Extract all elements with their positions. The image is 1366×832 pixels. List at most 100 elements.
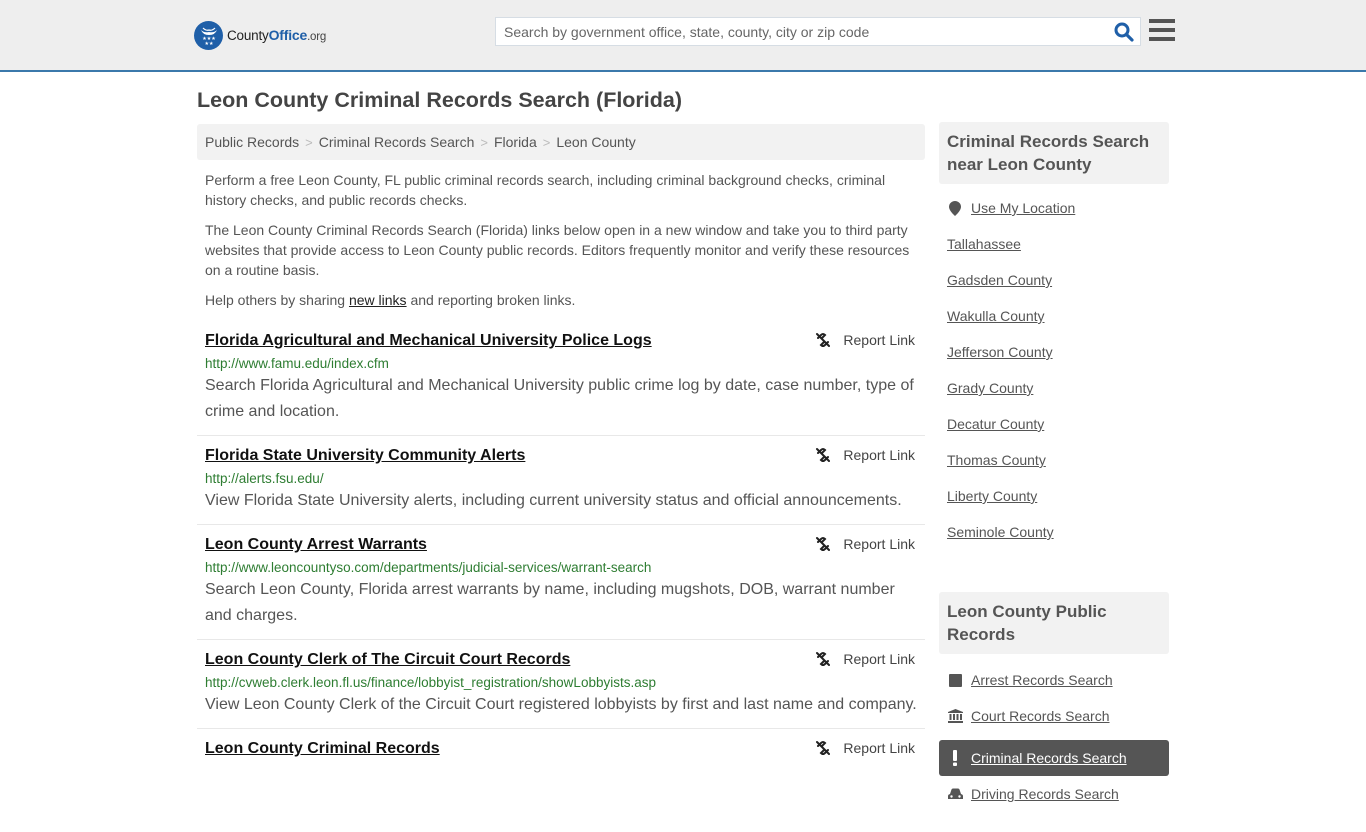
page-title: Leon County Criminal Records Search (Flo… <box>197 88 683 112</box>
breadcrumb-separator: > <box>305 135 313 150</box>
logo-text-org: .org <box>307 31 327 43</box>
nearby-link-seminole-county[interactable]: Seminole County <box>947 520 1054 544</box>
breadcrumb-leon-county[interactable]: Leon County <box>556 134 635 150</box>
logo-wordmark: CountyOffice.org <box>227 27 326 43</box>
menu-bar-icon <box>1149 28 1175 32</box>
report-link-label: Report Link <box>843 536 915 552</box>
site-header: ★★★ ★★ CountyOffice.org <box>0 0 1366 72</box>
search-input[interactable] <box>496 18 1106 45</box>
report-link-button[interactable]: Report Link <box>815 332 915 348</box>
intro-paragraph-share: Help others by sharing new links and rep… <box>205 290 920 310</box>
public-records-item-active: Criminal Records Search <box>939 740 1169 776</box>
broken-link-icon <box>816 333 831 347</box>
nearby-link-grady-county[interactable]: Grady County <box>947 376 1033 400</box>
nearby-link-wakulla-county[interactable]: Wakulla County <box>947 304 1045 328</box>
result-title-link[interactable]: Florida State University Community Alert… <box>205 446 525 466</box>
result-item: Leon County Arrest Warrants Report Link … <box>197 525 925 640</box>
breadcrumb-criminal-records-search[interactable]: Criminal Records Search <box>319 134 475 150</box>
logo-text-office: Office <box>268 27 308 43</box>
search-button[interactable] <box>1114 22 1134 42</box>
result-item: Florida State University Community Alert… <box>197 436 925 525</box>
search-icon <box>1114 22 1134 42</box>
result-description: Search Leon County, Florida arrest warra… <box>205 581 895 624</box>
intro-paragraph: The Leon County Criminal Records Search … <box>205 222 910 278</box>
broken-link-icon <box>816 652 831 666</box>
report-link-button[interactable]: Report Link <box>815 740 915 756</box>
breadcrumb-separator: > <box>480 135 488 150</box>
broken-link-icon <box>816 448 831 462</box>
breadcrumb-florida[interactable]: Florida <box>494 134 537 150</box>
courthouse-icon <box>947 704 963 728</box>
sidebar: Criminal Records Search near Leon County… <box>939 122 1169 832</box>
arrest-records-search-link[interactable]: Arrest Records Search <box>971 668 1113 692</box>
result-url: http://www.famu.edu/index.cfm <box>205 356 389 371</box>
nearby-item: Gadsden County <box>947 268 1161 304</box>
result-description: Search Florida Agricultural and Mechanic… <box>205 377 914 420</box>
public-records-item: Driving Records Search <box>947 782 1161 818</box>
nearby-item: Grady County <box>947 376 1161 412</box>
nearby-item: Jefferson County <box>947 340 1161 376</box>
nearby-item: Seminole County <box>947 520 1161 556</box>
driving-records-search-link[interactable]: Driving Records Search <box>971 782 1119 806</box>
share-text: and reporting broken links. <box>406 292 576 308</box>
nearby-link-liberty-county[interactable]: Liberty County <box>947 484 1037 508</box>
nearby-link-gadsden-county[interactable]: Gadsden County <box>947 268 1052 292</box>
search-bar <box>495 17 1141 46</box>
report-link-label: Report Link <box>843 447 915 463</box>
svg-text:★★: ★★ <box>204 41 213 46</box>
broken-link-icon <box>816 537 831 551</box>
map-pin-icon <box>947 196 963 220</box>
result-url: http://alerts.fsu.edu/ <box>205 471 324 486</box>
nearby-item: Tallahassee <box>947 232 1161 268</box>
eagle-stars-logo-icon: ★★★ ★★ <box>194 20 223 50</box>
use-my-location-item: Use My Location <box>947 196 1161 232</box>
intro-text: Perform a free Leon County, FL public cr… <box>205 170 920 320</box>
result-title-link[interactable]: Leon County Criminal Records <box>205 739 440 759</box>
breadcrumb-separator: > <box>542 135 551 150</box>
menu-bar-icon <box>1149 19 1175 23</box>
breadcrumb-public-records[interactable]: Public Records <box>205 134 299 150</box>
nearby-link-tallahassee[interactable]: Tallahassee <box>947 232 1021 256</box>
public-records-item: Court Records Search <box>947 704 1161 740</box>
result-item: Leon County Clerk of The Circuit Court R… <box>197 640 925 729</box>
result-url: http://www.leoncountyso.com/departments/… <box>205 560 652 575</box>
new-links-link[interactable]: new links <box>349 292 407 308</box>
public-records-item: Arrest Records Search <box>947 668 1161 704</box>
nearby-section: Criminal Records Search near Leon County… <box>939 122 1169 570</box>
report-link-label: Report Link <box>843 651 915 667</box>
intro-paragraph: Perform a free Leon County, FL public cr… <box>205 172 886 208</box>
report-link-label: Report Link <box>843 740 915 756</box>
nearby-link-decatur-county[interactable]: Decatur County <box>947 412 1044 436</box>
public-records-section: Leon County Public Records Arrest Record… <box>939 592 1169 832</box>
share-text: Help others by sharing <box>205 292 349 308</box>
criminal-records-search-link[interactable]: Criminal Records Search <box>971 746 1127 770</box>
report-link-button[interactable]: Report Link <box>815 536 915 552</box>
nearby-link-thomas-county[interactable]: Thomas County <box>947 448 1046 472</box>
nearby-item: Liberty County <box>947 484 1161 520</box>
menu-bar-icon <box>1149 37 1175 41</box>
hamburger-menu-button[interactable] <box>1149 19 1175 43</box>
logo-text-county: County <box>227 28 269 43</box>
result-item: Florida Agricultural and Mechanical Univ… <box>197 327 925 436</box>
report-link-button[interactable]: Report Link <box>815 447 915 463</box>
site-logo[interactable]: ★★★ ★★ CountyOffice.org <box>194 20 326 50</box>
use-my-location-link[interactable]: Use My Location <box>971 196 1075 220</box>
public-records-list: Arrest Records Search Court Records Sear… <box>939 654 1169 832</box>
report-link-button[interactable]: Report Link <box>815 651 915 667</box>
breadcrumb: Public Records > Criminal Records Search > F… <box>197 124 925 160</box>
result-title-link[interactable]: Florida Agricultural and Mechanical Univ… <box>205 331 652 351</box>
nearby-item: Thomas County <box>947 448 1161 484</box>
exclamation-icon <box>947 746 963 770</box>
court-records-search-link[interactable]: Court Records Search <box>971 704 1110 728</box>
square-icon <box>947 668 963 692</box>
result-url: http://cvweb.clerk.leon.fl.us/finance/lo… <box>205 675 656 690</box>
public-records-heading: Leon County Public Records <box>939 592 1169 654</box>
nearby-list: Use My Location Tallahassee Gadsden Coun… <box>939 184 1169 570</box>
result-description: View Florida State University alerts, in… <box>205 492 902 509</box>
nearby-item: Decatur County <box>947 412 1161 448</box>
nearby-heading: Criminal Records Search near Leon County <box>939 122 1169 184</box>
nearby-link-jefferson-county[interactable]: Jefferson County <box>947 340 1053 364</box>
nearby-item: Wakulla County <box>947 304 1161 340</box>
result-title-link[interactable]: Leon County Clerk of The Circuit Court R… <box>205 650 570 670</box>
result-title-link[interactable]: Leon County Arrest Warrants <box>205 535 427 555</box>
